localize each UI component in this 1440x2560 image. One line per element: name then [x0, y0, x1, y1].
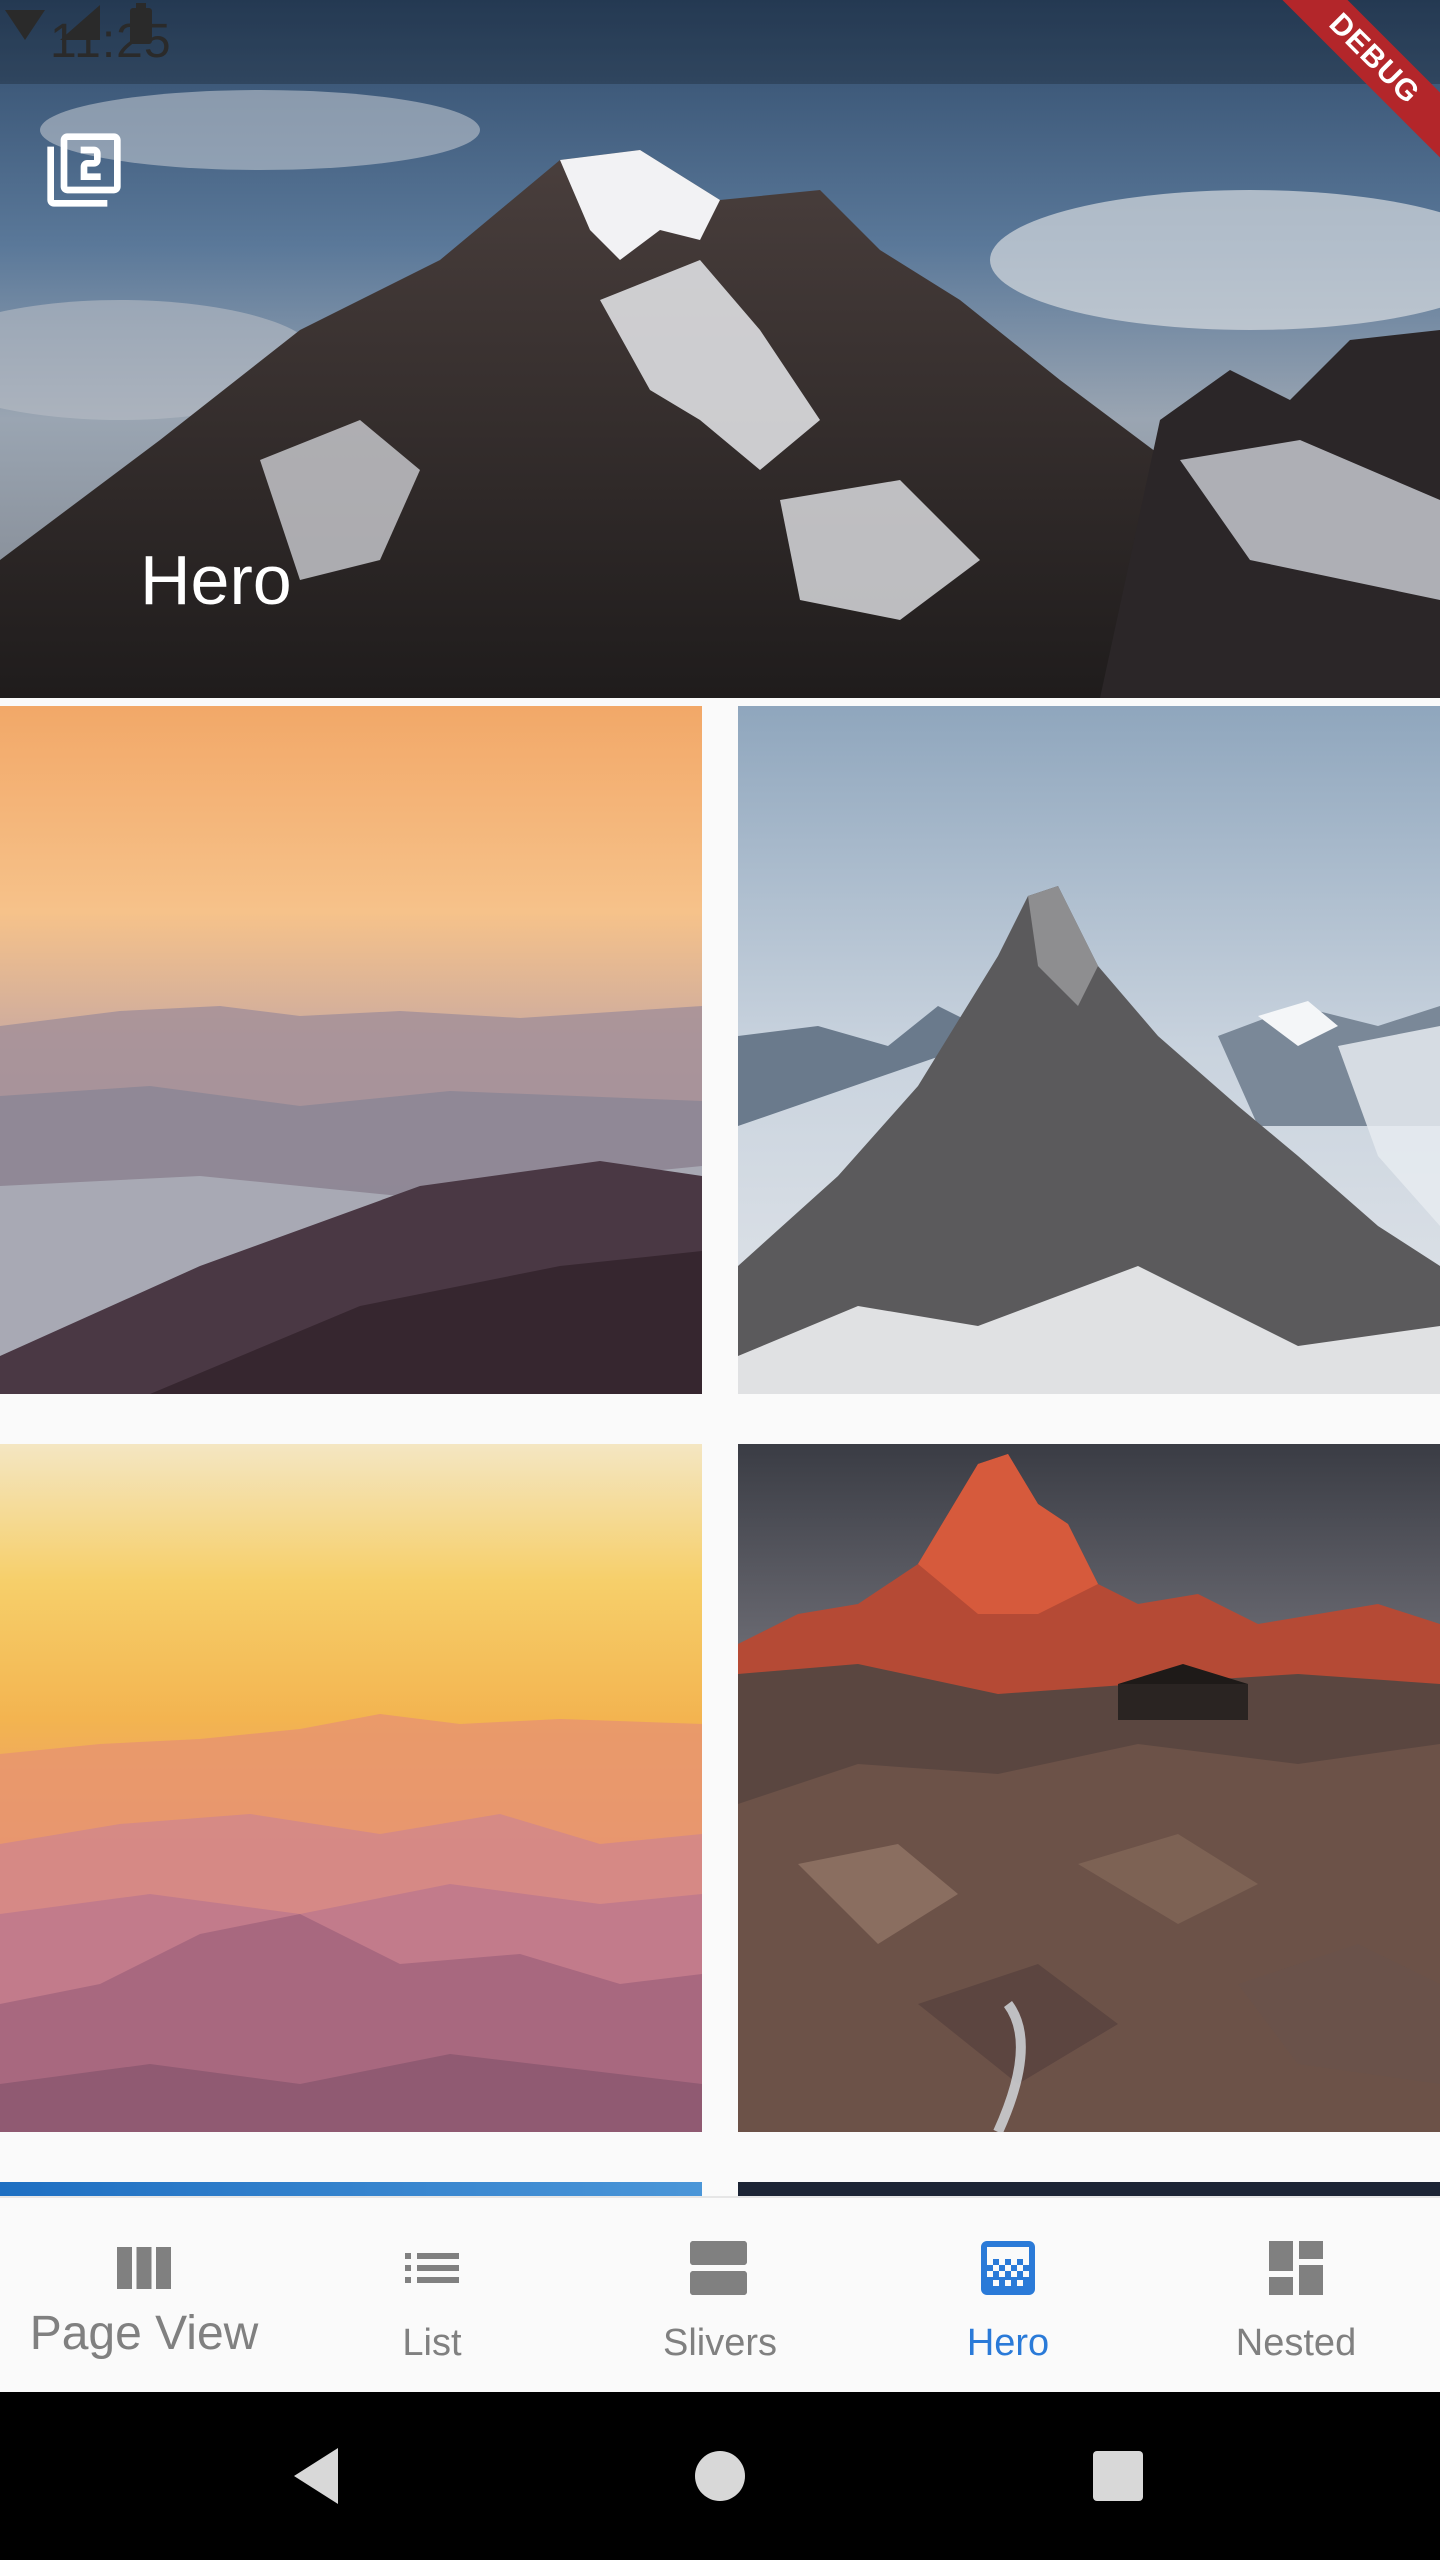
view-agenda-icon: [690, 2241, 747, 2295]
grid-tile-partial-night[interactable]: [738, 2182, 1440, 2196]
nav-label-list: List: [402, 2322, 462, 2364]
dashboard-icon: [1269, 2241, 1323, 2295]
bottom-navigation-bar: Page View List Slivers Hero Nested: [0, 2196, 1440, 2394]
nav-item-slivers[interactable]: Slivers: [576, 2198, 864, 2394]
status-icons: [5, 3, 152, 44]
screen: 11:25 DEBUG Hero Page View List Slivers …: [0, 0, 1440, 2560]
nav-label-hero: Hero: [966, 2322, 1050, 2364]
nav-item-nested[interactable]: Nested: [1152, 2198, 1440, 2394]
rocky-peak-image: [738, 706, 1440, 1394]
filter-2-button[interactable]: [44, 130, 154, 240]
grid-tile-red-peak-cabin[interactable]: [738, 1444, 1440, 2132]
system-navigation-bar: [0, 2392, 1440, 2560]
nav-item-hero[interactable]: Hero: [864, 2198, 1152, 2394]
filter-2-icon: [47, 133, 121, 207]
hero-header-image: 11:25 DEBUG Hero: [0, 0, 1440, 698]
golden-mountains-image: [0, 1444, 702, 2132]
red-peak-cabin-image: [738, 1444, 1440, 2132]
grid-tile-rocky-peak[interactable]: [738, 706, 1440, 1394]
page-title: Hero: [140, 541, 292, 619]
sunset-mountains-image: [0, 706, 702, 1394]
signal-icon: [60, 5, 100, 40]
back-icon[interactable]: [288, 2444, 348, 2508]
image-grid: [0, 706, 1440, 2196]
nav-label-page-view: Page View: [29, 2307, 259, 2360]
home-icon[interactable]: [693, 2449, 747, 2503]
recents-icon[interactable]: [1091, 2449, 1145, 2503]
grid-tile-golden-mountains[interactable]: [0, 1444, 702, 2132]
status-bar: 11:25: [0, 0, 1440, 84]
nav-item-page-view[interactable]: Page View: [0, 2198, 288, 2394]
grid-tile-partial-blue[interactable]: [0, 2182, 702, 2196]
view-column-icon: [117, 2247, 171, 2289]
nav-label-slivers: Slivers: [662, 2322, 778, 2364]
nav-item-list[interactable]: List: [288, 2198, 576, 2394]
nav-label-nested: Nested: [1235, 2322, 1357, 2364]
gradient-icon: [981, 2241, 1035, 2295]
battery-icon: [130, 3, 152, 44]
list-icon: [405, 2253, 459, 2283]
grid-tile-sunset-mountains[interactable]: [0, 706, 702, 1394]
wifi-off-icon: [5, 10, 45, 40]
